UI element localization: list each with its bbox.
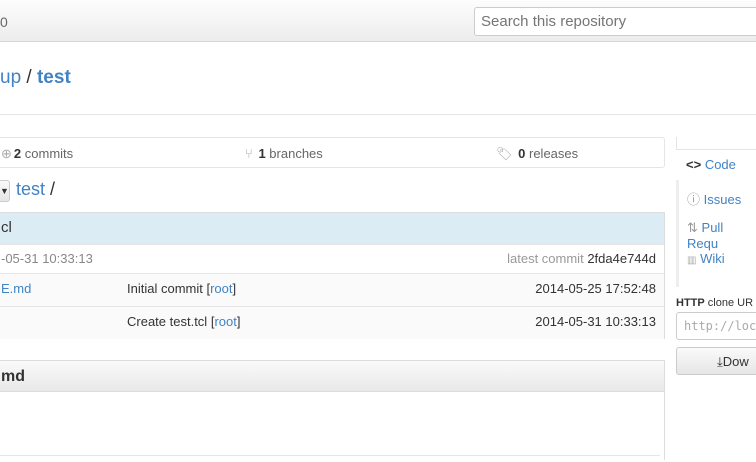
repo-stats: ⊕ 2 commits ⑂ 1 branches 🏷 0 releases — [0, 137, 665, 168]
latest-commit-label: latest commit — [507, 251, 584, 266]
issue-icon: ⓘ — [687, 192, 701, 207]
search-input[interactable] — [474, 7, 756, 36]
commit-message-bar: cl — [0, 213, 664, 244]
commit-date: -05-31 10:33:13 — [1, 251, 93, 266]
repo-name-link[interactable]: test — [37, 67, 71, 88]
repo-owner-link[interactable]: up — [0, 67, 21, 88]
file-row: Create test.tcl [root] 2014-05-31 10:33:… — [0, 306, 664, 339]
history-icon: ⊕ — [1, 146, 12, 161]
code-icon: <> — [686, 157, 702, 172]
sidebar-item-pull-requests[interactable]: ⇅ Pull Requ — [687, 220, 756, 251]
divider — [0, 455, 660, 456]
pull-request-icon: ⇅ — [687, 220, 698, 235]
author-link[interactable]: root — [210, 281, 232, 296]
clone-protocol: HTTP — [676, 297, 705, 309]
file-date: 2014-05-31 10:33:13 — [535, 314, 656, 329]
caret-down-icon: ▼ — [0, 186, 9, 196]
readme-panel: md — [0, 360, 665, 460]
file-commit-message: Create test.tcl — [127, 314, 208, 329]
sidebar-item-wiki[interactable]: ▥ Wiki — [687, 251, 725, 266]
commits-link[interactable]: ⊕ 2 commits — [1, 146, 73, 162]
wiki-icon: ▥ — [687, 255, 697, 266]
readme-title: md — [0, 361, 664, 392]
commit-meta-row: -05-31 10:33:13 latest commit 2fda4e744d — [0, 244, 664, 273]
repo-header: up / test — [0, 43, 756, 115]
file-table: cl -05-31 10:33:13 latest commit 2fda4e7… — [0, 212, 665, 339]
author-link[interactable]: root — [214, 314, 236, 329]
file-date: 2014-05-25 17:52:48 — [535, 281, 656, 296]
branch-icon: ⑂ — [245, 146, 253, 161]
breadcrumb-separator: / — [50, 179, 56, 199]
branch-select-button[interactable]: ▼ — [0, 180, 10, 202]
releases-link[interactable]: 🏷 0 releases — [496, 146, 578, 162]
repo-separator: / — [26, 67, 32, 88]
clone-label: clone UR — [707, 297, 754, 309]
download-zip-button[interactable]: ⤓Dow — [676, 347, 756, 375]
sidebar-top — [676, 137, 756, 150]
clone-url-input[interactable]: http://local — [676, 312, 756, 340]
tag-icon: 🏷 — [496, 146, 513, 161]
top-header: 0 — [0, 0, 756, 42]
sidebar-item-code[interactable]: <> Code — [686, 157, 736, 172]
file-row: E.md Initial commit [root] 2014-05-25 17… — [0, 273, 664, 306]
branches-link[interactable]: ⑂ 1 branches — [245, 146, 323, 161]
commit-sha-link[interactable]: 2fda4e744d — [587, 251, 656, 266]
sidebar-item-issues[interactable]: ⓘ Issues — [687, 189, 741, 208]
file-name-link[interactable]: E.md — [1, 281, 31, 296]
file-commit-message: Initial commit — [127, 281, 203, 296]
header-text: 0 — [0, 14, 8, 30]
breadcrumb-repo-link[interactable]: test — [16, 179, 45, 199]
